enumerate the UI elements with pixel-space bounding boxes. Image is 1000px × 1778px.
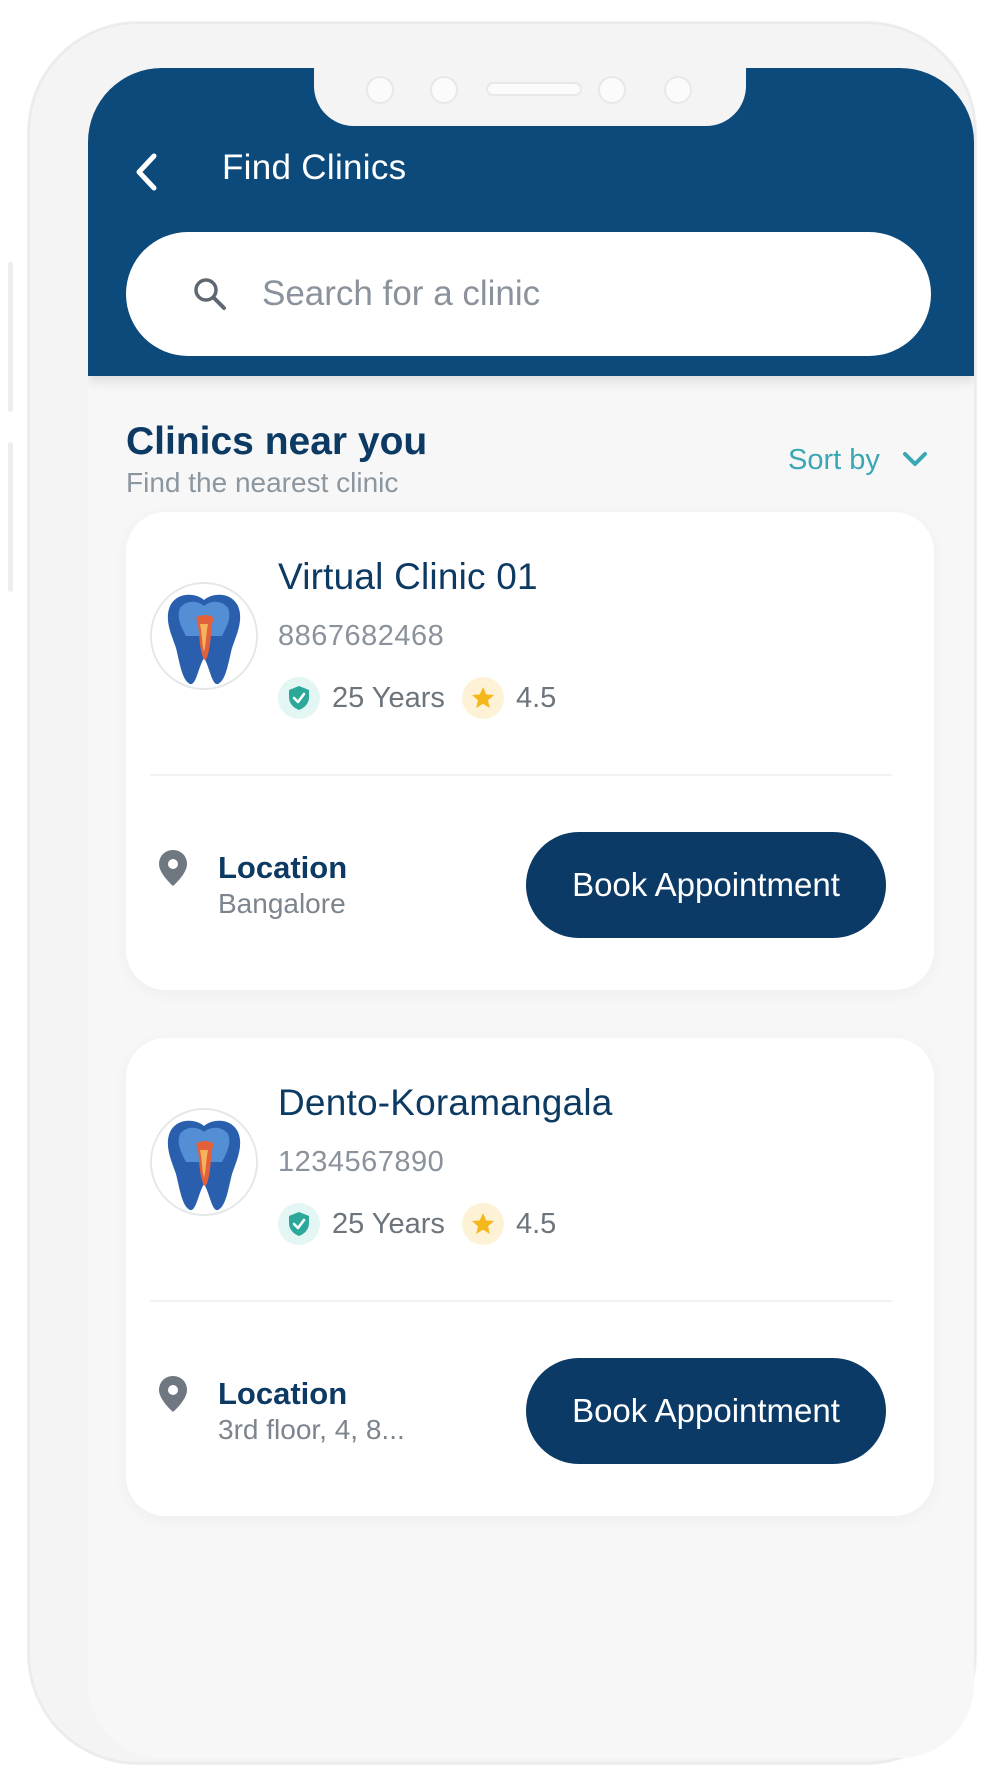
clinic-phone: 8867682468 <box>278 620 445 652</box>
experience-badge: 25 Years <box>278 676 445 720</box>
location-pin-icon <box>159 1376 187 1412</box>
location-value: 3rd floor, 4, 8... <box>218 1414 405 1445</box>
experience-badge: 25 Years <box>278 1202 445 1246</box>
notch-sensor <box>430 76 458 104</box>
card-divider <box>150 774 892 776</box>
clinic-card: Virtual Clinic 01 8867682468 25 Years 4.… <box>126 512 934 990</box>
search-input[interactable] <box>262 262 862 326</box>
notch-camera <box>598 76 626 104</box>
phone-frame: Find Clinics Clinics near you Find the n… <box>28 22 976 1764</box>
shield-check-icon <box>278 677 320 719</box>
phone-notch <box>314 68 746 126</box>
book-appointment-button[interactable]: Book Appointment <box>526 832 886 938</box>
sort-dropdown[interactable]: Sort by <box>788 440 928 480</box>
app-screen: Find Clinics Clinics near you Find the n… <box>88 68 974 1758</box>
location-value: Bangalore <box>218 888 346 919</box>
rating-badge: 4.5 <box>462 676 556 720</box>
star-icon <box>462 1203 504 1245</box>
star-icon <box>462 677 504 719</box>
side-button <box>8 262 13 412</box>
location-label: Location <box>218 1376 348 1411</box>
clinic-name: Virtual Clinic 01 <box>278 556 538 597</box>
clinic-name: Dento-Koramangala <box>278 1082 613 1123</box>
rating-text: 4.5 <box>516 1207 557 1240</box>
experience-text: 25 Years <box>332 1207 445 1240</box>
clinic-avatar <box>150 1108 258 1216</box>
shield-check-icon <box>278 1203 320 1245</box>
clinic-phone: 1234567890 <box>278 1146 445 1178</box>
chevron-left-icon <box>136 153 157 191</box>
tooth-image <box>152 584 256 688</box>
experience-text: 25 Years <box>332 681 445 714</box>
app-header: Find Clinics <box>88 68 974 376</box>
rating-badge: 4.5 <box>462 1202 556 1246</box>
tooth-image <box>152 1110 256 1214</box>
side-button <box>8 442 13 592</box>
page-title: Find Clinics <box>222 148 407 187</box>
rating-text: 4.5 <box>516 681 557 714</box>
book-appointment-button[interactable]: Book Appointment <box>526 1358 886 1464</box>
notch-sensor <box>366 76 394 104</box>
back-button[interactable] <box>124 146 168 198</box>
section-title: Clinics near you <box>126 420 428 463</box>
search-bar[interactable] <box>126 232 931 356</box>
clinic-card: Dento-Koramangala 1234567890 25 Years 4.… <box>126 1038 934 1516</box>
sort-label: Sort by <box>788 443 880 476</box>
card-divider <box>150 1300 892 1302</box>
notch-speaker <box>486 82 582 96</box>
notch-sensor <box>664 76 692 104</box>
location-label: Location <box>218 850 348 885</box>
search-icon <box>194 278 226 310</box>
section-subtitle: Find the nearest clinic <box>126 467 399 498</box>
clinic-avatar <box>150 582 258 690</box>
chevron-down-icon <box>902 452 927 466</box>
location-pin-icon <box>159 850 187 886</box>
